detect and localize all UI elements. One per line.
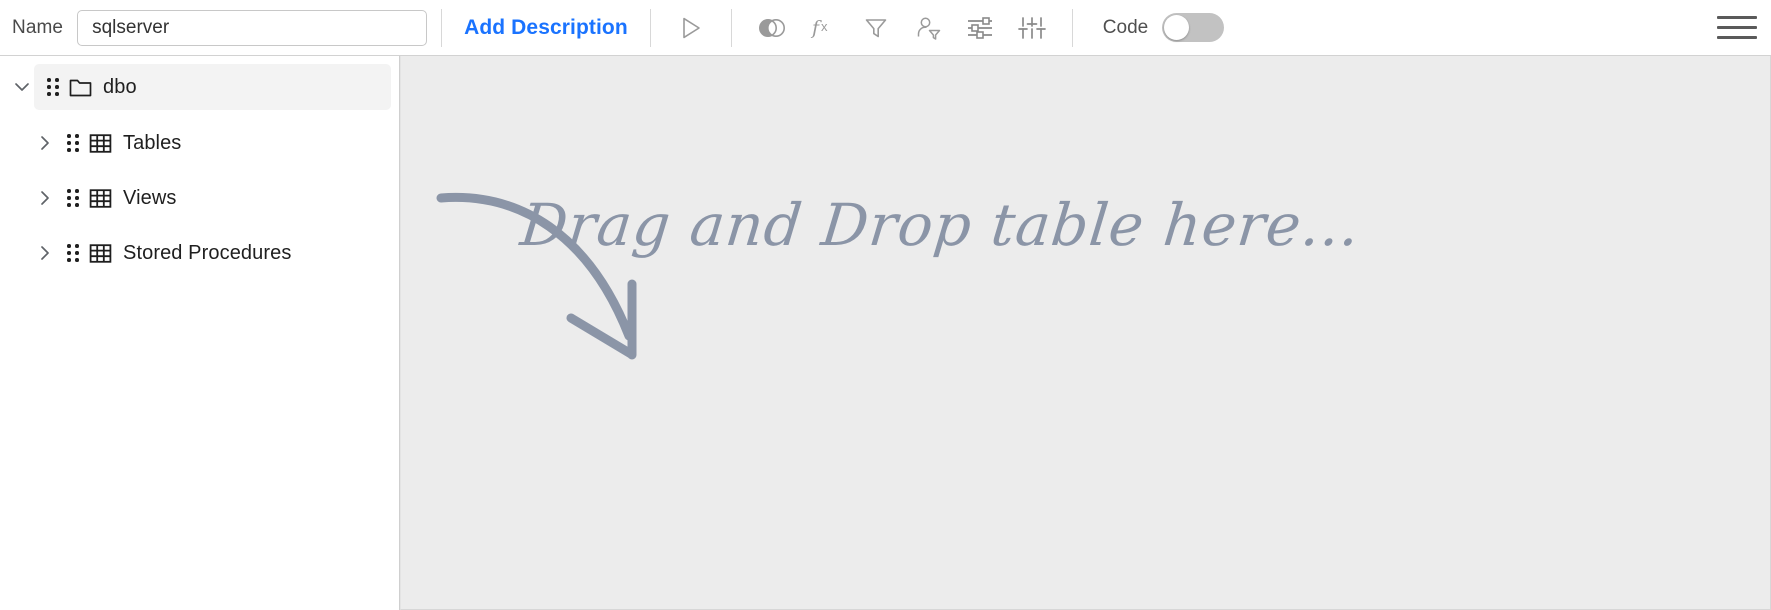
toolbar-divider-4 bbox=[1071, 8, 1073, 47]
query-builder-app: Name Add Description f x bbox=[0, 0, 1771, 610]
sidebar-item-views[interactable]: Views bbox=[28, 175, 391, 221]
code-label: Code bbox=[1102, 16, 1149, 38]
table-icon bbox=[84, 243, 116, 264]
schema-tree-sidebar: dbo Tables Views Stored Procedures bbox=[0, 56, 400, 610]
group-by-icon[interactable] bbox=[902, 6, 954, 50]
run-icon[interactable] bbox=[665, 6, 717, 50]
name-input[interactable] bbox=[77, 9, 428, 46]
name-label: Name bbox=[12, 16, 64, 38]
filter-icon[interactable] bbox=[850, 6, 902, 50]
expand-toggle-tables[interactable] bbox=[28, 132, 62, 154]
toolbar-divider-3 bbox=[730, 8, 732, 47]
sidebar-item-label: Stored Procedures bbox=[123, 241, 292, 264]
sidebar-item-label: Tables bbox=[123, 131, 182, 154]
hamburger-menu-icon[interactable] bbox=[1717, 8, 1757, 46]
query-canvas[interactable]: Drag and Drop table here... bbox=[400, 56, 1771, 610]
sidebar-item-stored-procedures[interactable]: Stored Procedures bbox=[28, 230, 391, 276]
folder-icon bbox=[64, 77, 96, 98]
expand-toggle-stored-procedures[interactable] bbox=[28, 242, 62, 264]
drag-handle-icon[interactable] bbox=[62, 132, 84, 154]
toolbar-divider-2 bbox=[649, 8, 651, 47]
hamburger-bar-2 bbox=[1717, 25, 1757, 29]
function-icon[interactable]: f x bbox=[798, 6, 850, 50]
sliders-horizontal-icon[interactable] bbox=[954, 6, 1006, 50]
sidebar-item-dbo[interactable]: dbo bbox=[34, 64, 391, 110]
expand-toggle-dbo[interactable] bbox=[8, 76, 36, 98]
sort-order-icon[interactable] bbox=[1006, 6, 1058, 50]
hamburger-bar-3 bbox=[1717, 35, 1757, 39]
svg-text:x: x bbox=[821, 19, 828, 34]
workspace: dbo Tables Views Stored Procedures Drag … bbox=[0, 56, 1771, 610]
drag-handle-icon[interactable] bbox=[42, 76, 64, 98]
toolbar: Name Add Description f x bbox=[0, 0, 1771, 56]
code-toggle[interactable] bbox=[1162, 13, 1225, 42]
toolbar-divider-1 bbox=[441, 8, 443, 47]
drop-hint-text: Drag and Drop table here... bbox=[517, 191, 1364, 259]
sidebar-item-tables[interactable]: Tables bbox=[28, 120, 391, 166]
sidebar-item-label: Views bbox=[123, 186, 177, 209]
hamburger-bar-1 bbox=[1717, 15, 1757, 19]
table-icon bbox=[84, 133, 116, 154]
drag-handle-icon[interactable] bbox=[62, 242, 84, 264]
drag-handle-icon[interactable] bbox=[62, 187, 84, 209]
code-toggle-knob bbox=[1164, 15, 1190, 40]
sidebar-item-label: dbo bbox=[103, 75, 137, 98]
table-icon bbox=[84, 188, 116, 209]
expand-toggle-views[interactable] bbox=[28, 187, 62, 209]
add-description-button[interactable]: Add Description bbox=[456, 16, 636, 40]
join-icon[interactable] bbox=[746, 6, 798, 50]
